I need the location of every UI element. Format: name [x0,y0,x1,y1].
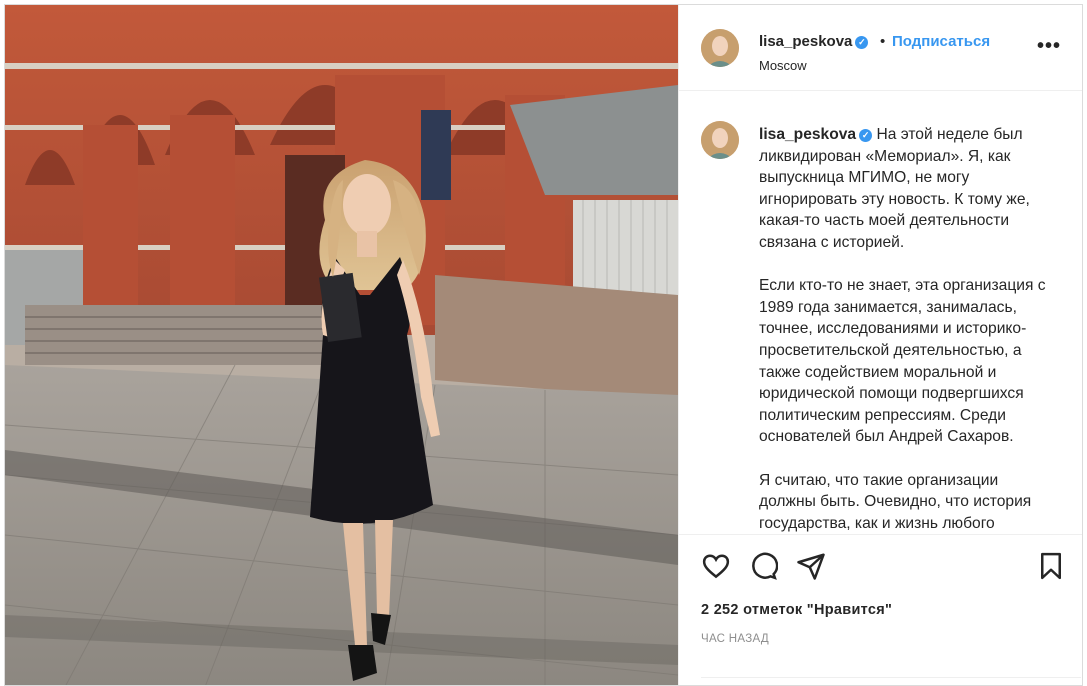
separator-dot: • [880,33,886,50]
send-icon[interactable] [796,551,826,586]
caption-paragraph-3: Я считаю, что такие организации должны б… [759,471,1032,532]
username[interactable]: lisa_peskova ✓ [759,33,869,50]
caption-username-text[interactable]: lisa_peskova [759,126,856,143]
bookmark-icon[interactable] [1036,551,1066,586]
caption-avatar-image [701,121,739,159]
likes-count[interactable]: 2 252 отметок "Нравится" [701,602,892,618]
bookmark-icon-glyph [1041,552,1061,580]
follow-button[interactable]: Подписаться [892,33,990,50]
heart-icon[interactable] [701,551,731,586]
location-link[interactable]: Moscow [759,58,807,73]
caption-paragraph-2: Если кто-то не знает, эта организация с … [759,277,1046,446]
caption-scroll-area[interactable]: lisa_peskova ✓ На этой неделе был ликвиди… [679,91,1082,535]
caption-paragraph-1: lisa_peskova ✓ На этой неделе был ликвиди… [759,124,1059,254]
comment-icon-glyph [752,552,779,580]
avatar[interactable] [701,29,739,67]
add-comment-area[interactable] [701,677,1081,685]
post-photo-image [5,5,678,685]
send-icon-glyph [797,553,825,580]
post-header: lisa_peskova ✓ • Подписаться Moscow ••• [679,5,1082,91]
post-frame: lisa_peskova ✓ • Подписаться Moscow ••• l… [4,4,1083,686]
caption-avatar[interactable] [701,121,739,159]
username-text[interactable]: lisa_peskova [759,33,852,50]
caption-username[interactable]: lisa_peskova ✓ [759,126,873,143]
post-timestamp[interactable]: ЧАС НАЗАД [701,633,769,645]
verified-badge-icon: ✓ [859,129,873,142]
avatar-image [701,29,739,67]
verified-badge-icon: ✓ [855,36,869,49]
more-horizontal-icon[interactable]: ••• [1037,35,1061,58]
caption-paragraph-1-text: На этой неделе был ликвидирован «Мемориа… [759,126,1030,251]
action-bar [679,535,1082,595]
caption-text: lisa_peskova ✓ На этой неделе был ликвиди… [759,124,1059,534]
comment-icon[interactable] [748,551,779,586]
heart-icon-glyph [702,554,730,579]
post-photo[interactable] [5,5,678,685]
post-side-panel: lisa_peskova ✓ • Подписаться Moscow ••• l… [678,5,1082,685]
